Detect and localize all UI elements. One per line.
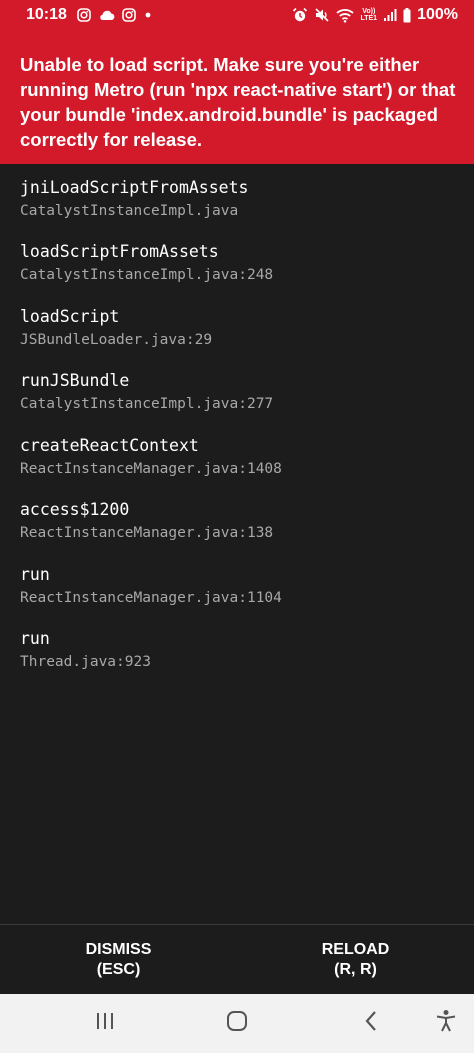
stack-frame-file: CatalystInstanceImpl.java:248 — [20, 267, 274, 283]
navigation-bar — [0, 994, 474, 1053]
stack-frame-file: ReactInstanceManager.java:1104 — [20, 590, 282, 606]
stack-frame-file: ReactInstanceManager.java:1408 — [20, 461, 282, 477]
redbox-footer: DISMISS (ESC) RELOAD (R, R) — [0, 924, 474, 994]
volte-text-bottom: LTE1 — [360, 15, 378, 22]
stack-frame[interactable]: access$1200 ReactInstanceManager.java:13… — [20, 499, 273, 544]
stack-frame[interactable]: run Thread.java:923 — [20, 628, 151, 673]
back-button[interactable] — [341, 994, 401, 1053]
stack-frame[interactable]: jniLoadScriptFromAssets CatalystInstance… — [20, 177, 248, 222]
stack-frame-file: CatalystInstanceImpl.java — [20, 203, 239, 219]
wifi-icon — [336, 8, 355, 23]
battery-icon — [403, 7, 411, 23]
stack-frame-file: ReactInstanceManager.java:138 — [20, 525, 274, 541]
accessibility-button[interactable] — [416, 994, 474, 1053]
instagram-icon — [77, 8, 91, 22]
stack-frame-method: run — [20, 629, 50, 648]
volte-icon: Vo)) LTE1 — [360, 8, 377, 22]
battery-percentage: 100% — [417, 6, 458, 23]
dismiss-button[interactable]: DISMISS (ESC) — [0, 925, 237, 994]
reload-label: RELOAD — [321, 940, 390, 958]
cloud-icon — [98, 9, 115, 21]
alarm-icon — [292, 7, 308, 23]
status-bar-left: 10:18 — [26, 6, 153, 24]
instagram-icon — [122, 8, 136, 22]
dismiss-shortcut: (ESC) — [96, 960, 141, 978]
mute-icon — [314, 7, 330, 23]
stack-frame[interactable]: loadScript JSBundleLoader.java:29 — [20, 306, 212, 351]
stack-frame[interactable]: runJSBundle CatalystInstanceImpl.java:27… — [20, 370, 273, 415]
stack-frame-method: access$1200 — [20, 500, 130, 519]
status-time: 10:18 — [26, 6, 67, 23]
recent-apps-icon — [95, 1011, 115, 1036]
recent-apps-button[interactable] — [75, 994, 135, 1053]
back-icon — [363, 1010, 379, 1037]
status-bar-right: Vo)) LTE1 100% — [292, 6, 458, 24]
stack-frame[interactable]: loadScriptFromAssets CatalystInstanceImp… — [20, 241, 273, 286]
home-icon — [226, 1010, 248, 1037]
stack-frame-method: runJSBundle — [20, 371, 130, 390]
stack-frame-method: jniLoadScriptFromAssets — [20, 178, 249, 197]
dot-icon — [143, 10, 153, 20]
stack-frame-file: CatalystInstanceImpl.java:277 — [20, 396, 274, 412]
error-banner: Unable to load script. Make sure you're … — [0, 30, 474, 164]
home-button[interactable] — [207, 994, 267, 1053]
stack-frame[interactable]: run ReactInstanceManager.java:1104 — [20, 564, 282, 609]
stack-frame-method: loadScript — [20, 307, 120, 326]
error-message: Unable to load script. Make sure you're … — [20, 54, 456, 150]
reload-button[interactable]: RELOAD (R, R) — [237, 925, 474, 994]
status-bar: 10:18 Vo)) LTE1 100% — [0, 0, 474, 30]
accessibility-icon — [435, 1009, 457, 1038]
stack-frame-method: run — [20, 565, 50, 584]
stack-frame-file: Thread.java:923 — [20, 654, 151, 670]
reload-shortcut: (R, R) — [334, 960, 377, 978]
volte-text-top: Vo)) — [362, 8, 376, 15]
signal-icon — [383, 8, 397, 22]
stack-frame-method: loadScriptFromAssets — [20, 242, 219, 261]
stack-frame-method: createReactContext — [20, 436, 199, 455]
stack-trace[interactable]: jniLoadScriptFromAssets CatalystInstance… — [0, 164, 474, 924]
stack-frame-file: JSBundleLoader.java:29 — [20, 332, 213, 348]
stack-frame[interactable]: createReactContext ReactInstanceManager.… — [20, 435, 282, 480]
dismiss-label: DISMISS — [85, 940, 152, 958]
